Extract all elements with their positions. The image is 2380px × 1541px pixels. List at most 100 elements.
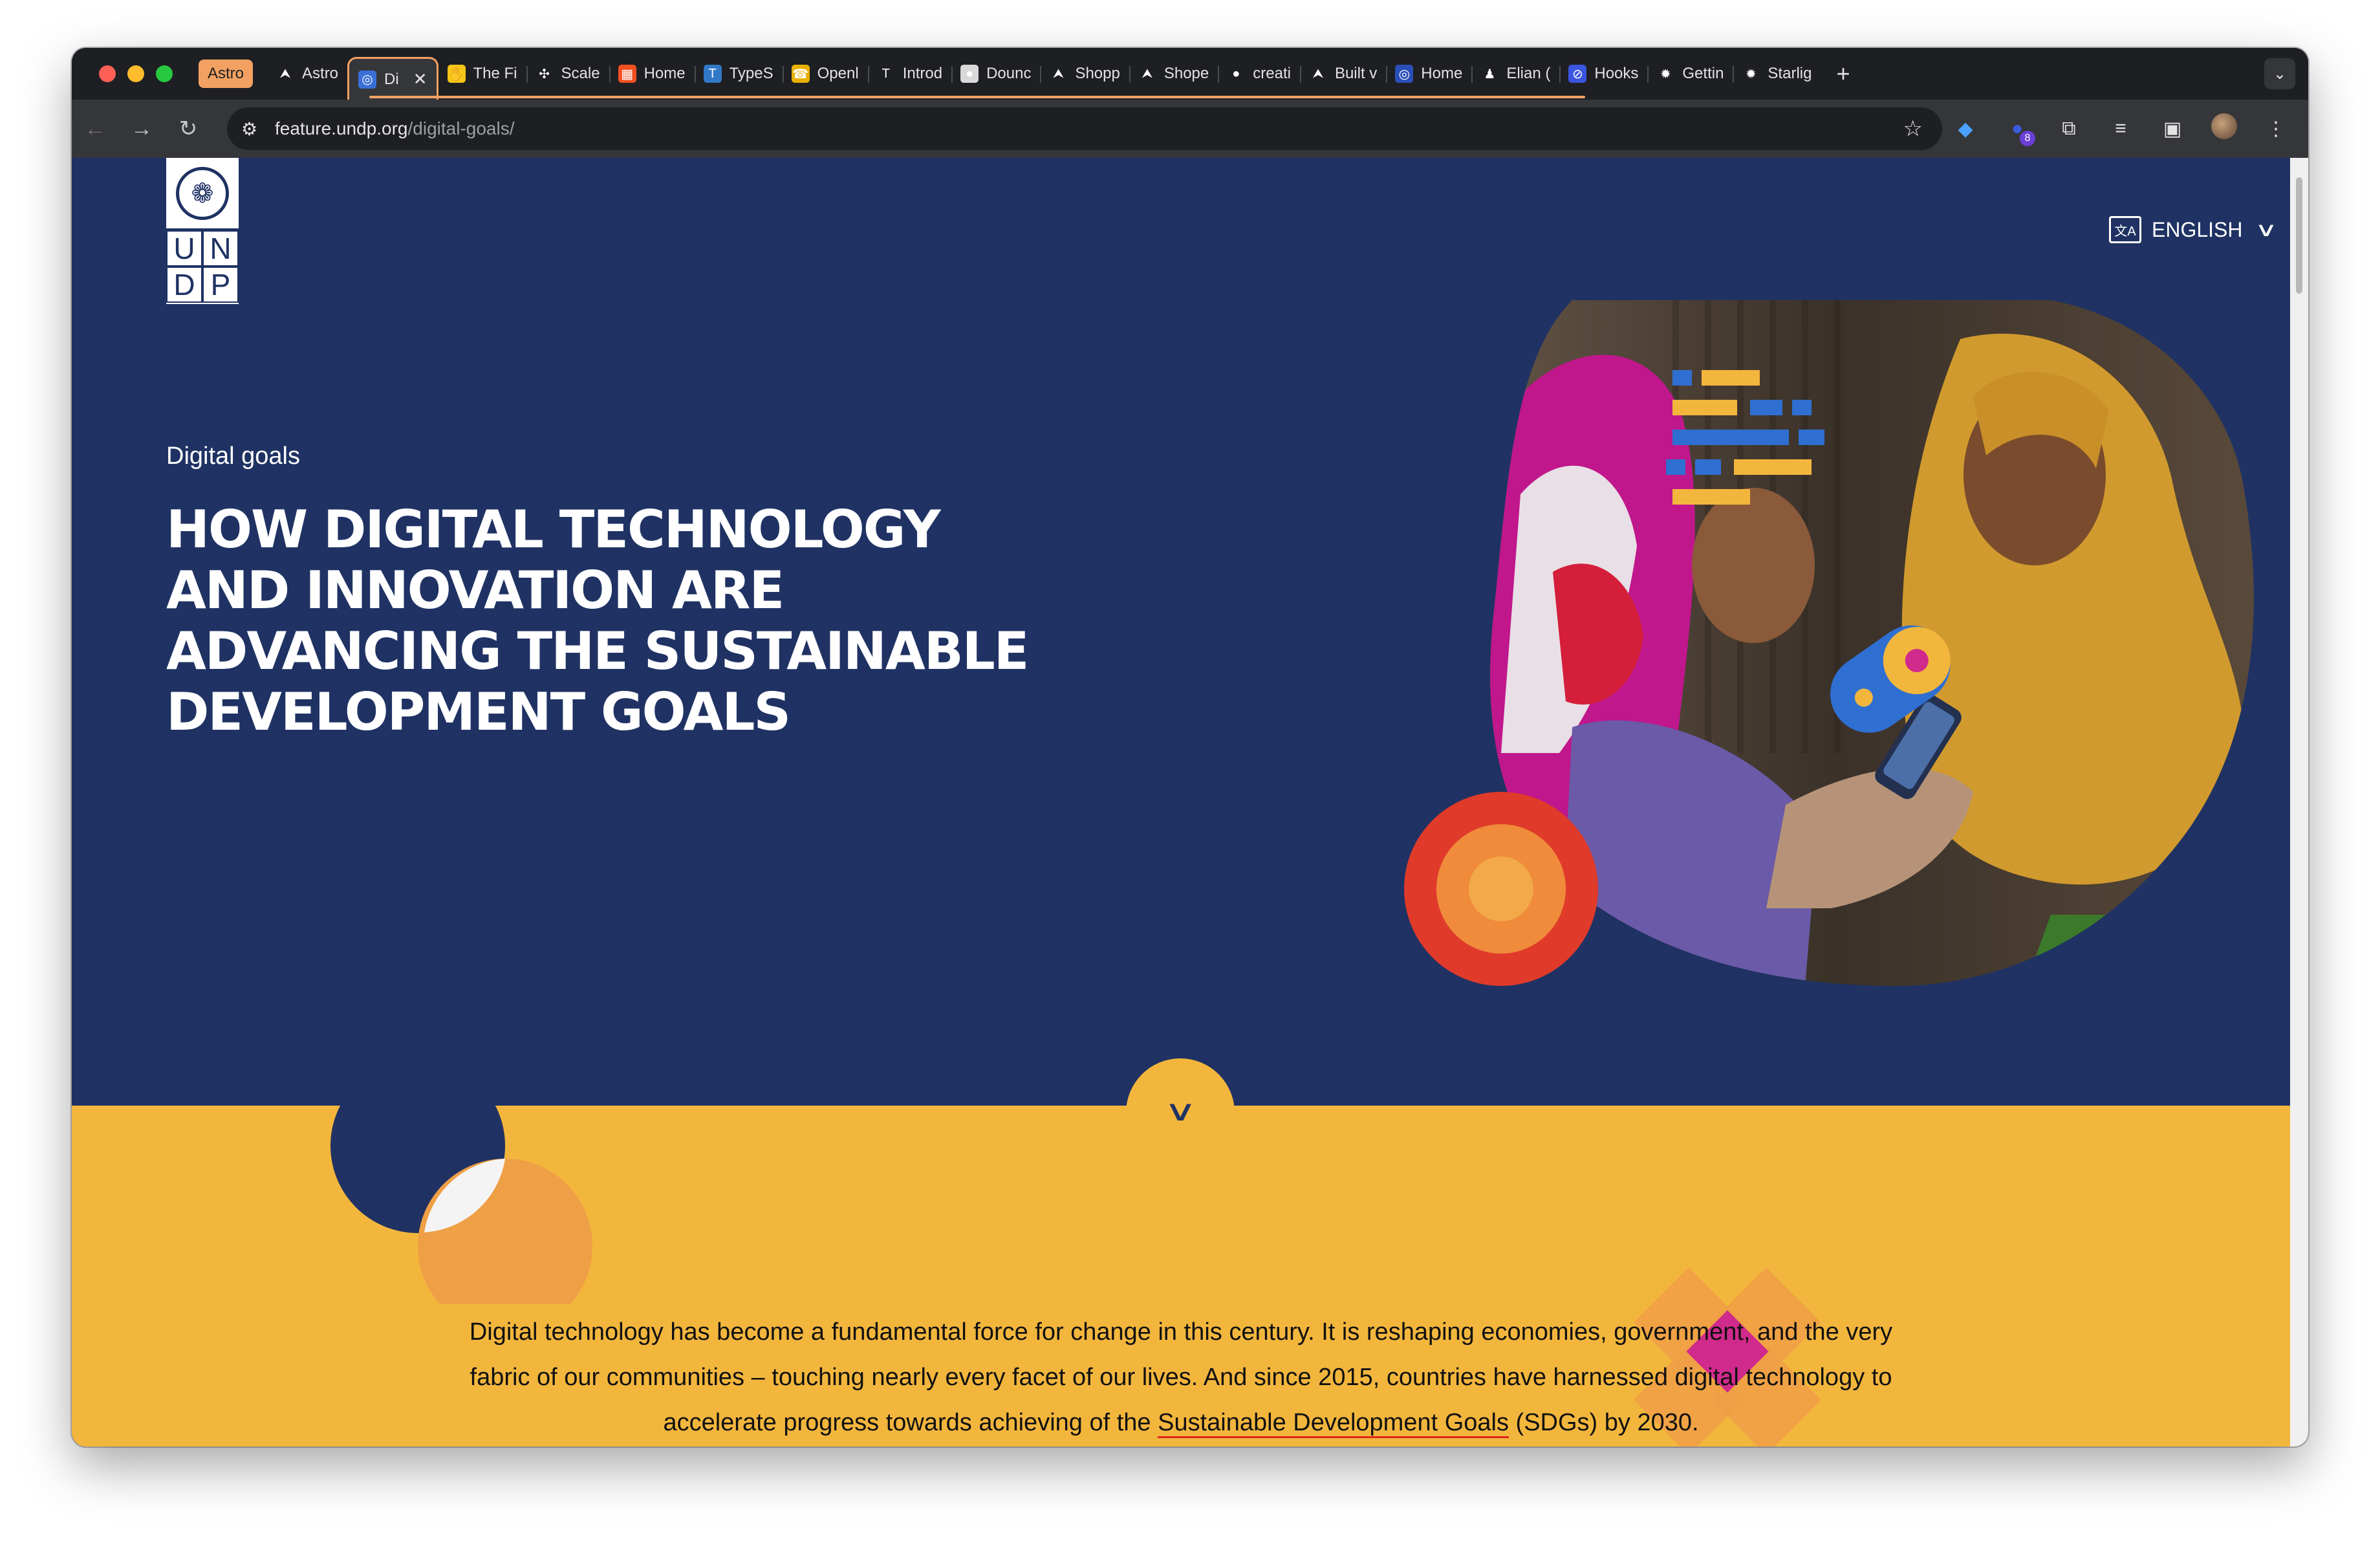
extension-with-badge-icon[interactable]: ● 8: [2004, 118, 2035, 146]
circle-icon: ●: [960, 65, 979, 83]
sun-icon: ✹: [1656, 65, 1675, 83]
browser-tab[interactable]: ✹ Starlig: [1733, 56, 1821, 92]
browser-tab[interactable]: ⮝ Astro: [267, 56, 347, 92]
browser-tab[interactable]: ◎ Home: [1386, 56, 1471, 92]
url-text[interactable]: feature.undp.org/digital-goals/: [275, 118, 514, 139]
undp-icon: ◎: [358, 70, 377, 89]
scrollbar-thumb[interactable]: [2296, 177, 2302, 294]
headline-line: HOW DIGITAL TECHNOLOGY: [166, 499, 941, 560]
sun-icon: ✹: [1742, 65, 1760, 83]
person-icon: ♟: [1480, 65, 1499, 83]
logo-letter: U: [166, 230, 202, 267]
close-window-button[interactable]: [99, 65, 116, 82]
browser-tab[interactable]: ● creati: [1218, 56, 1300, 92]
page-scrollbar[interactable]: [2290, 158, 2308, 1447]
logo-letter: N: [202, 230, 239, 267]
site-settings-icon[interactable]: ⚙: [241, 118, 267, 140]
gem-extension-icon[interactable]: ◆: [1953, 118, 1978, 140]
browser-tab[interactable]: ♟ Elian (: [1471, 56, 1559, 92]
tab-label: Scale: [561, 65, 600, 82]
chevron-down-icon: ∨: [2255, 219, 2278, 241]
language-label: ENGLISH: [2152, 217, 2243, 241]
tab-label: Elian (: [1506, 65, 1551, 82]
tab-label: TypeS: [729, 65, 774, 82]
browser-window: Astro ⮝ Astro ◎ Di ✕ ✋ The Fi ✣ Scale ▦ Home T TypeS…: [72, 48, 2308, 1447]
intro-paragraph: Digital technology has become a fundamen…: [440, 1309, 1921, 1445]
browser-tab[interactable]: ● Dounc: [951, 56, 1040, 92]
eyebrow-label: Digital goals: [166, 443, 300, 470]
tab-list: ⮝ Astro ◎ Di ✕ ✋ The Fi ✣ Scale ▦ Home T TypeS ☎ Openl…: [267, 48, 1821, 100]
tab-label: Shopp: [1075, 65, 1120, 82]
tab-label: creati: [1253, 65, 1291, 82]
ts-icon: T: [876, 65, 895, 83]
browser-tab[interactable]: ⮝ Shope: [1129, 56, 1218, 92]
target-circles-graphic: [1404, 792, 1598, 986]
undp-logo[interactable]: ❁ U N D P: [166, 158, 239, 304]
browser-tab[interactable]: ⮝ Built v: [1299, 56, 1386, 92]
browser-tab[interactable]: ▦ Home: [609, 56, 695, 92]
tab-search-button[interactable]: ⌄: [2264, 58, 2295, 89]
windows-icon: ▦: [618, 65, 636, 83]
sdg-link[interactable]: Sustainable Development Goals: [1158, 1409, 1509, 1438]
bookmark-star-icon[interactable]: ☆: [1903, 116, 1923, 142]
browser-tab[interactable]: ☎ Openl: [782, 56, 868, 92]
address-bar[interactable]: ⚙ feature.undp.org/digital-goals/ ☆: [227, 107, 1942, 150]
browser-tab[interactable]: T Introd: [867, 56, 951, 92]
hook-icon: ⊘: [1568, 65, 1587, 83]
minimize-window-button[interactable]: [127, 65, 144, 82]
tab-label: Home: [644, 65, 686, 82]
tab-label: Openl: [817, 65, 859, 82]
browser-tab[interactable]: ⊘ Hooks: [1559, 56, 1647, 92]
web-page: ❁ U N D P 文A ENGLISH ∨ Digital goals HOW…: [72, 158, 2290, 1447]
browser-tab[interactable]: ✣ Scale: [526, 56, 609, 92]
extension-badge: 8: [2020, 131, 2035, 146]
tab-label: Built v: [1334, 65, 1378, 82]
back-button[interactable]: ←: [72, 116, 118, 142]
tab-label: Introd: [902, 65, 943, 82]
new-tab-button[interactable]: +: [1836, 60, 1850, 87]
toolbar-icons: ◆ ● 8 ⧉ ≡ ▣ ⋮: [1953, 100, 2289, 158]
sparkle-icon: ✣: [535, 65, 554, 83]
tab-label: Starlig: [1768, 65, 1812, 82]
headline-line: ADVANCING THE SUSTAINABLE: [166, 621, 1029, 681]
tab-label: Home: [1421, 65, 1463, 82]
logo-letter: P: [202, 267, 239, 303]
github-icon: ●: [1227, 65, 1246, 83]
window-controls: [99, 65, 173, 82]
decorative-circles: [330, 1058, 592, 1304]
typescript-icon: T: [703, 65, 722, 83]
chevron-down-icon: ∨: [1163, 1095, 1197, 1127]
rocket-icon: ⮝: [276, 65, 295, 83]
close-tab-icon[interactable]: ✕: [413, 69, 427, 89]
translate-icon: 文A: [2109, 216, 2141, 243]
hero-section: ❁ U N D P 文A ENGLISH ∨ Digital goals HOW…: [72, 158, 2290, 1106]
browser-tab[interactable]: ✋ The Fi: [438, 56, 526, 92]
rocket-icon: ⮝: [1138, 65, 1156, 83]
rocket-icon: ⮝: [1308, 65, 1327, 83]
tab-label: Hooks: [1594, 65, 1639, 82]
language-selector[interactable]: 文A ENGLISH ∨: [2109, 216, 2278, 243]
headline-line: AND INNOVATION ARE: [166, 560, 784, 620]
page-title: HOW DIGITAL TECHNOLOGY AND INNOVATION AR…: [166, 499, 1201, 743]
forward-button[interactable]: →: [118, 116, 165, 142]
scroll-down-button[interactable]: ∨: [1126, 1058, 1235, 1167]
tab-label: Di: [384, 70, 399, 88]
browser-tab[interactable]: ✹ Gettin: [1647, 56, 1733, 92]
browser-tab[interactable]: ⮝ Shopp: [1040, 56, 1129, 92]
profile-avatar[interactable]: [2211, 113, 2237, 144]
tab-label: Dounc: [986, 65, 1032, 82]
headline-line: DEVELOPMENT GOALS: [166, 682, 791, 742]
extensions-puzzle-icon[interactable]: ⧉: [2056, 118, 2082, 140]
browser-tab[interactable]: T TypeS: [694, 56, 783, 92]
tab-label: Astro: [302, 65, 339, 82]
reload-button[interactable]: ↻: [165, 116, 211, 142]
tab-group-label[interactable]: Astro: [199, 60, 254, 88]
maximize-window-button[interactable]: [156, 65, 173, 82]
tab-group-underline: [369, 96, 1585, 98]
side-panel-icon[interactable]: ▣: [2159, 118, 2185, 140]
browser-tab[interactable]: ◎ Di ✕: [347, 57, 438, 100]
tab-label: The Fi: [473, 65, 517, 82]
reading-list-icon[interactable]: ≡: [2108, 118, 2134, 140]
url-path: /digital-goals/: [407, 118, 515, 138]
more-menu-icon[interactable]: ⋮: [2263, 118, 2289, 140]
